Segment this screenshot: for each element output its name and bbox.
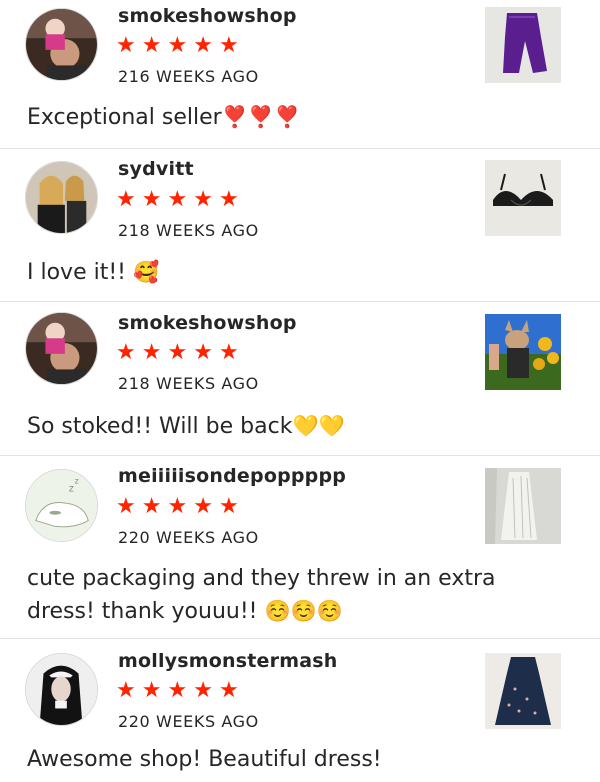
review-timestamp: 216 WEEKS AGO (118, 67, 259, 86)
dog-in-flowers-thumbnail[interactable] (485, 314, 561, 390)
star-icon: ★ (141, 33, 162, 58)
star-icon: ★ (116, 187, 136, 212)
review-timestamp: 218 WEEKS AGO (118, 374, 259, 393)
star-icon: ★ (193, 340, 213, 365)
star-icon: ★ (141, 678, 162, 703)
star-icon: ★ (218, 340, 239, 365)
comment-text: So stoked!! Will be back (27, 414, 293, 439)
mirror-selfie-avatar[interactable] (25, 161, 98, 234)
review-comment: I love it!! 🥰 (27, 256, 570, 289)
review-timestamp: 218 WEEKS AGO (118, 221, 259, 240)
review-comment: Awesome shop! Beautiful dress! (27, 744, 570, 776)
star-rating: ★ ★ ★ ★ ★ (116, 35, 239, 57)
comment-text: cute packaging and they threw in an extr… (27, 566, 496, 624)
star-icon: ★ (193, 33, 213, 58)
nun-portrait-avatar[interactable] (25, 653, 98, 726)
person-holding-child-avatar[interactable] (25, 8, 98, 81)
person-holding-child-avatar[interactable] (25, 312, 98, 385)
sleeping-cartoon-avatar[interactable]: z z (25, 469, 98, 542)
heart-exclamation-icon: ❣️❣️❣️ (221, 105, 301, 129)
star-icon: ★ (167, 187, 188, 212)
svg-text:z: z (75, 477, 79, 486)
reviewer-username[interactable]: sydvitt (118, 158, 194, 180)
review-comment: So stoked!! Will be back💛💛 (27, 410, 570, 443)
comment-text: I love it!! (27, 260, 126, 285)
star-rating: ★ ★ ★ ★ ★ (116, 496, 239, 518)
review-comment: cute packaging and they threw in an extr… (27, 563, 570, 628)
star-icon: ★ (167, 340, 188, 365)
purple-leggings-thumbnail[interactable] (485, 7, 561, 83)
star-icon: ★ (167, 494, 188, 519)
navy-dress-thumbnail[interactable] (485, 653, 561, 729)
white-dress-thumbnail[interactable] (485, 468, 561, 544)
review-item: smokeshowshop ★ ★ ★ ★ ★ 216 WEEKS AGO Ex… (0, 0, 600, 149)
star-rating: ★ ★ ★ ★ ★ (116, 342, 239, 364)
star-icon: ★ (218, 678, 239, 703)
comment-text: Exceptional seller (27, 105, 222, 130)
star-icon: ★ (116, 494, 136, 519)
star-icon: ★ (116, 33, 136, 58)
star-icon: ★ (141, 494, 162, 519)
star-icon: ★ (218, 33, 239, 58)
star-icon: ★ (167, 33, 188, 58)
star-icon: ★ (193, 187, 213, 212)
star-rating: ★ ★ ★ ★ ★ (116, 680, 239, 702)
reviews-feed: smokeshowshop ★ ★ ★ ★ ★ 216 WEEKS AGO Ex… (0, 0, 600, 782)
review-timestamp: 220 WEEKS AGO (118, 528, 259, 547)
reviewer-username[interactable]: meiiiiisondepoppppp (118, 465, 346, 487)
review-timestamp: 220 WEEKS AGO (118, 712, 259, 731)
smiling-face-icon: ☺️☺️☺️ (264, 599, 343, 623)
star-rating: ★ ★ ★ ★ ★ (116, 189, 239, 211)
star-icon: ★ (116, 678, 136, 703)
star-icon: ★ (218, 494, 239, 519)
smiling-face-with-hearts-icon: 🥰 (132, 260, 160, 284)
star-icon: ★ (116, 340, 136, 365)
star-icon: ★ (193, 494, 213, 519)
review-item: smokeshowshop ★ ★ ★ ★ ★ 218 WEEKS AGO So (0, 302, 600, 456)
star-icon: ★ (141, 340, 162, 365)
reviewer-username[interactable]: mollysmonstermash (118, 650, 337, 672)
reviewer-username[interactable]: smokeshowshop (118, 5, 297, 27)
review-comment: Exceptional seller❣️❣️❣️ (27, 101, 570, 134)
review-item: sydvitt ★ ★ ★ ★ ★ 218 WEEKS AGO I love i… (0, 149, 600, 302)
black-bra-thumbnail[interactable] (485, 160, 561, 236)
star-icon: ★ (141, 187, 162, 212)
star-icon: ★ (193, 678, 213, 703)
review-item: mollysmonstermash ★ ★ ★ ★ ★ 220 WEEKS AG… (0, 639, 600, 782)
svg-text:z: z (69, 483, 74, 494)
yellow-heart-icon: 💛💛 (292, 414, 345, 438)
comment-text: Awesome shop! Beautiful dress! (27, 747, 382, 772)
star-icon: ★ (218, 187, 239, 212)
review-item: z z meiiiiisondepoppppp ★ ★ ★ ★ ★ 220 WE… (0, 456, 600, 639)
star-icon: ★ (167, 678, 188, 703)
reviewer-username[interactable]: smokeshowshop (118, 312, 297, 334)
